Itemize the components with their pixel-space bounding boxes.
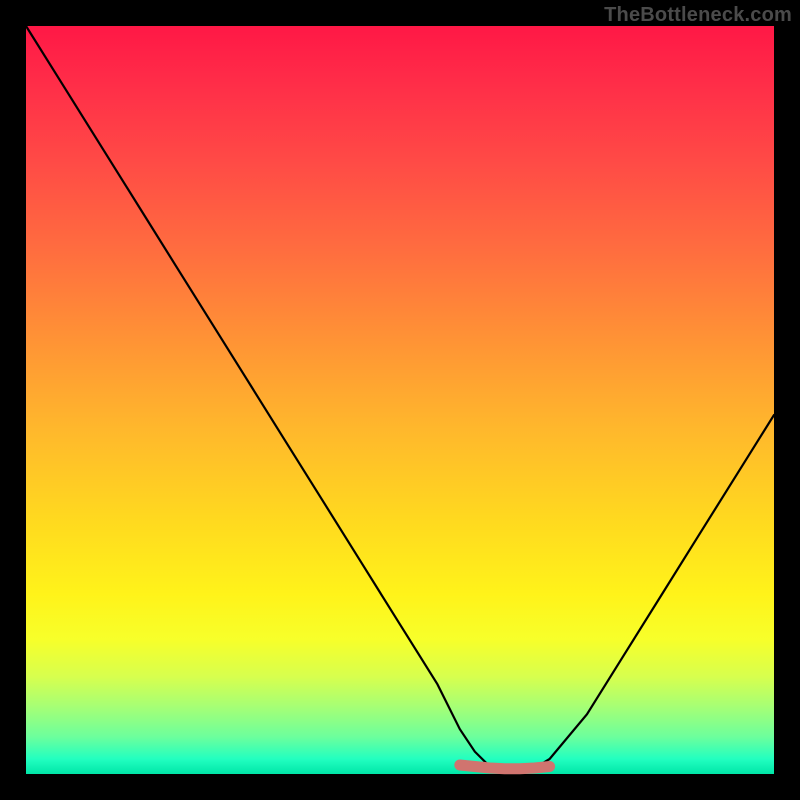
curve-svg (26, 26, 774, 774)
bottleneck-curve-path (26, 26, 774, 770)
plot-area (26, 26, 774, 774)
optimal-flat-segment-path (460, 765, 550, 769)
watermark-text: TheBottleneck.com (604, 4, 792, 27)
chart-frame: TheBottleneck.com (0, 0, 800, 800)
